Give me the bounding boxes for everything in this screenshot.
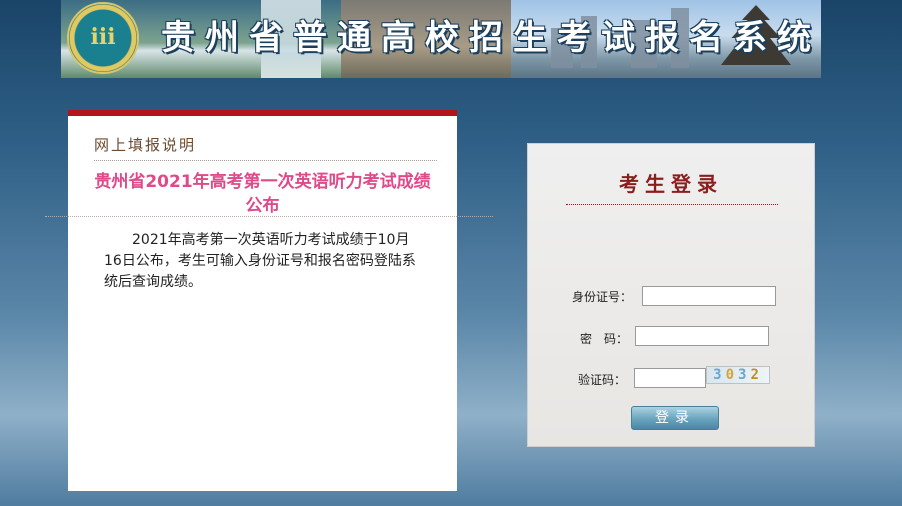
captcha-input[interactable] <box>634 368 706 388</box>
id-number-label: 身份证号： <box>572 290 633 304</box>
site-title: 贵州省普通高校招生考试报名系统 <box>161 18 821 58</box>
login-button[interactable]: 登录 <box>631 406 719 430</box>
notice-panel: 网上填报说明 贵州省2021年高考第一次英语听力考试成绩公布 2021年高考第一… <box>68 110 457 491</box>
login-title: 考生登录 <box>619 172 723 196</box>
login-title-divider <box>566 204 778 205</box>
logo-mark-icon: ⅲ <box>90 24 116 50</box>
notice-body: 2021年高考第一次英语听力考试成绩于10月16日公布，考生可输入身份证号和报名… <box>104 232 416 290</box>
captcha-label: 验证码： <box>578 373 627 387</box>
captcha-image[interactable]: 3032 <box>706 366 770 384</box>
notice-heading: 网上填报说明 <box>94 136 197 154</box>
notice-heading-divider <box>94 160 437 161</box>
password-label: 密 码： <box>580 332 629 346</box>
notice-divider <box>45 216 493 217</box>
login-panel: 考生登录 身份证号： 密 码： 验证码： 3032 登录 <box>527 143 815 447</box>
header-banner: ⅲ 贵州省普通高校招生考试报名系统 <box>61 0 821 78</box>
captcha-char: 0 <box>725 367 738 383</box>
notice-title: 贵州省2021年高考第一次英语听力考试成绩公布 <box>94 172 431 216</box>
captcha-char: 3 <box>738 367 751 383</box>
id-number-input[interactable] <box>642 286 776 306</box>
captcha-char: 2 <box>750 367 763 383</box>
site-logo: ⅲ <box>67 2 139 74</box>
password-input[interactable] <box>635 326 769 346</box>
captcha-char: 3 <box>713 367 726 383</box>
